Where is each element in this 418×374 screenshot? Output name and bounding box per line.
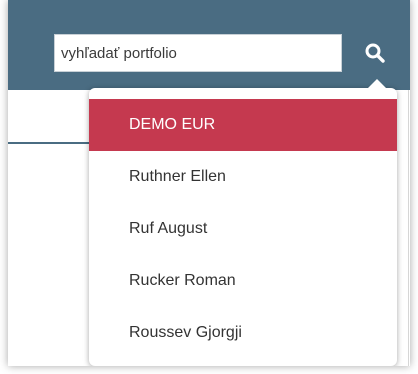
content-underline (8, 142, 98, 144)
portfolio-suggestions-dropdown: DEMO EUR Ruthner Ellen Ruf August Rucker… (89, 79, 397, 366)
dropdown-item-rucker-roman[interactable]: Rucker Roman (89, 255, 397, 307)
dropdown-item-ruf-august[interactable]: Ruf August (89, 203, 397, 255)
dropdown-item-roussev-gjorgji[interactable]: Roussev Gjorgji (89, 307, 397, 359)
top-bar (8, 0, 410, 90)
app-window: DEMO EUR Ruthner Ellen Ruf August Rucker… (8, 0, 410, 366)
panel-divider (408, 90, 409, 366)
search-button[interactable] (352, 30, 398, 76)
dropdown-item-demo-eur[interactable]: DEMO EUR (89, 99, 397, 151)
dropdown-caret (368, 79, 386, 88)
dropdown-item-ruthner-ellen[interactable]: Ruthner Ellen (89, 151, 397, 203)
search-icon (365, 43, 385, 63)
portfolio-search-input[interactable] (54, 34, 342, 72)
